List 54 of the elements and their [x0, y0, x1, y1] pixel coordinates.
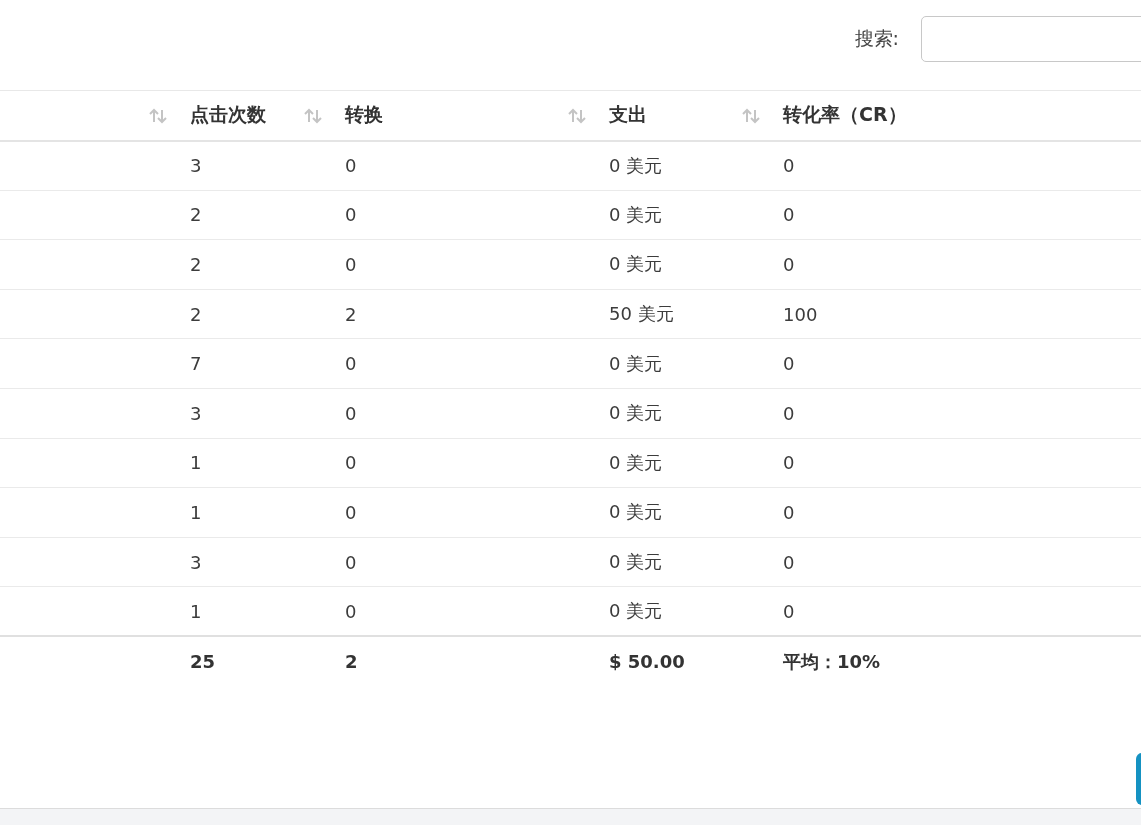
table-cell: 0: [783, 204, 795, 226]
table-cell: 0: [345, 353, 357, 375]
table-cell: 0: [345, 155, 357, 177]
table-cell: 50 美元: [609, 303, 674, 325]
table-cell: 0: [783, 353, 795, 375]
table-cell: 0: [345, 501, 357, 523]
table-cell: 0 美元: [609, 600, 663, 622]
search-label: 搜索:: [854, 26, 899, 51]
sort-icon[interactable]: [741, 108, 761, 124]
table-cell: 0: [345, 254, 357, 275]
total-cell: 平均：10%: [783, 650, 881, 672]
table-cell: 0: [783, 551, 795, 573]
table-cell: 0: [783, 452, 795, 474]
table-cell: 0: [783, 254, 795, 275]
column-header[interactable]: 转换: [345, 103, 383, 126]
table-cell: 0: [345, 402, 357, 424]
total-cell: 2: [345, 651, 358, 673]
table-cell: 0 美元: [609, 253, 663, 275]
sort-icon[interactable]: [148, 108, 168, 124]
table-cell: 0 美元: [609, 352, 663, 374]
table-cell: 0: [783, 501, 795, 523]
table-cell: 2: [190, 254, 202, 275]
table-cell: 0: [345, 600, 357, 622]
total-cell: $ 50.00: [609, 651, 685, 673]
table-cell: 0: [345, 204, 357, 226]
table-cell: 0: [783, 600, 795, 622]
table-cell: 1: [190, 452, 202, 474]
table-cell: 7: [190, 353, 202, 375]
table-cell: 0 美元: [609, 203, 663, 225]
table-cell: 100: [783, 303, 818, 325]
table-cell: 0 美元: [609, 154, 663, 176]
table-cell: 0: [783, 402, 795, 424]
table-cell: 2: [190, 204, 202, 226]
table-cell: 2: [190, 303, 202, 325]
table-cell: 0: [345, 452, 357, 474]
table-cell: 3: [190, 551, 202, 573]
table-cell: 0 美元: [609, 501, 663, 523]
table-cell: 2: [345, 303, 357, 325]
table-cell: 3: [190, 402, 202, 424]
table-cell: 1: [190, 501, 202, 523]
sort-icon[interactable]: [303, 108, 323, 124]
total-cell: 25: [190, 651, 216, 673]
table-cell: 0 美元: [609, 402, 663, 424]
column-header[interactable]: 点击次数: [190, 103, 266, 126]
column-header[interactable]: 支出: [609, 103, 647, 126]
table-cell: 3: [190, 155, 202, 177]
table-cell: 0: [345, 551, 357, 573]
column-header[interactable]: 转化率（CR）: [783, 103, 907, 126]
sort-icon[interactable]: [567, 108, 587, 124]
table-cell: 0: [783, 155, 795, 177]
table-cell: 1: [190, 600, 202, 622]
search-field[interactable]: [921, 16, 1141, 62]
table-cell: 0 美元: [609, 551, 663, 573]
table-cell: 0 美元: [609, 451, 663, 473]
